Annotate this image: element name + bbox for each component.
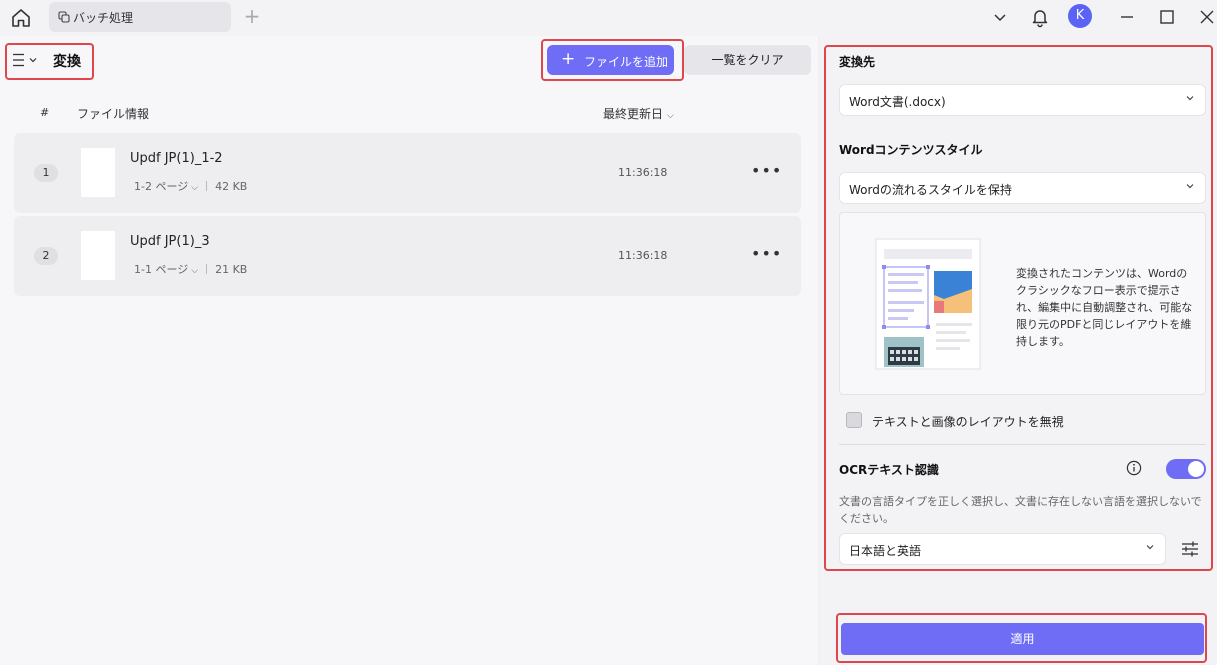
ocr-description: 文書の言語タイプを正しく選択し、文書に存在しない言語を選択しないでください。 [839,495,1202,525]
file-meta: 1-2 ページ ⌵ 42 KB [134,178,247,194]
file-thumbnail [81,148,115,197]
table-row[interactable]: 2 Updf JP(1)_3 1-1 ページ ⌵ 21 KB 11:36:18 ••… [14,216,801,296]
content-style-select[interactable]: Wordの流れるスタイルを保持 [839,172,1206,204]
language-value: 日本語と英語 [849,544,922,558]
chevron-down-icon [1186,96,1194,101]
divider [206,181,208,191]
column-modified-label: 最終更新日 [603,107,664,121]
output-format-value: Word文書(.docx) [849,95,946,109]
output-format-title: 変換先 [839,55,876,69]
menu-icon[interactable] [12,53,42,67]
close-icon[interactable] [1196,6,1217,28]
toggle-knob [1188,461,1204,477]
file-meta: 1-1 ページ ⌵ 21 KB [134,261,247,277]
settings-panel: 変換先 Word文書(.docx) Wordコンテンツスタイル Wordの流れる… [820,36,1217,665]
home-icon[interactable] [9,6,33,30]
divider [839,444,1206,445]
file-size: 42 KB [215,180,248,193]
document-layout-illustration [875,238,981,370]
file-name: Updf JP(1)_3 [130,234,210,249]
chevron-down-icon: ⌵ [191,266,199,276]
file-size: 21 KB [215,263,248,276]
table-row[interactable]: 1 Updf JP(1)_1-2 1-2 ページ ⌵ 42 KB 11:36:18 … [14,133,801,213]
maximize-icon[interactable] [1156,6,1178,28]
file-time: 11:36:18 [618,166,668,179]
tab-label: バッチ処理 [73,11,134,25]
output-format-select[interactable]: Word文書(.docx) [839,84,1206,116]
column-number: # [40,106,50,119]
chevron-down-icon: ⌵ [667,111,674,121]
divider [206,264,208,274]
avatar[interactable]: K [1068,4,1092,28]
language-select[interactable]: 日本語と英語 [839,533,1166,565]
row-number: 1 [34,164,58,182]
page-title: 変換 [53,54,81,70]
sliders-icon[interactable] [1181,540,1199,558]
file-list-area: 変換 + ファイルを追加 一覧をクリア # ファイル情報 最終更新日 ⌵ 1 Up… [0,36,818,665]
style-preview: 変換されたコンテンツは、Wordのクラシックなフロー表示で提示され、編集中に自動… [839,212,1206,395]
more-icon[interactable]: ••• [751,244,782,263]
file-name: Updf JP(1)_1-2 [130,151,223,166]
column-file-info: ファイル情報 [77,107,150,121]
title-bar: バッチ処理 + K [0,0,1217,36]
chevron-down-icon: ⌵ [191,183,199,193]
chevron-down-icon [1146,545,1154,550]
ocr-toggle[interactable] [1166,459,1206,479]
ocr-title: OCRテキスト認識 [839,463,939,477]
clear-list-button[interactable]: 一覧をクリア [684,45,811,75]
copy-icon [58,11,70,23]
content-style-value: Wordの流れるスタイルを保持 [849,183,1012,197]
column-modified-sort[interactable]: 最終更新日 ⌵ [603,105,674,122]
page-range-select[interactable]: 1-2 ページ [134,180,188,193]
ignore-layout-label: テキストと画像のレイアウトを無視 [872,415,1064,429]
page-range-select[interactable]: 1-1 ページ [134,263,188,276]
chevron-down-icon[interactable] [989,6,1011,28]
info-icon[interactable] [1126,460,1142,476]
file-thumbnail [81,231,115,280]
add-files-label: ファイルを追加 [584,55,669,69]
apply-button[interactable]: 適用 [841,623,1204,655]
minimize-icon[interactable] [1116,6,1138,28]
new-tab-button[interactable]: + [242,6,262,26]
tab-batch[interactable]: バッチ処理 [49,2,231,32]
row-number: 2 [34,247,58,265]
style-description: 変換されたコンテンツは、Wordのクラシックなフロー表示で提示され、編集中に自動… [1016,267,1193,348]
content-style-title: Wordコンテンツスタイル [839,143,983,157]
file-time: 11:36:18 [618,249,668,262]
plus-icon: + [561,49,576,69]
bell-icon[interactable] [1029,6,1051,28]
chevron-down-icon [1186,184,1194,189]
add-files-button[interactable]: + ファイルを追加 [547,45,674,75]
ignore-layout-checkbox[interactable] [846,412,862,428]
more-icon[interactable]: ••• [751,161,782,180]
